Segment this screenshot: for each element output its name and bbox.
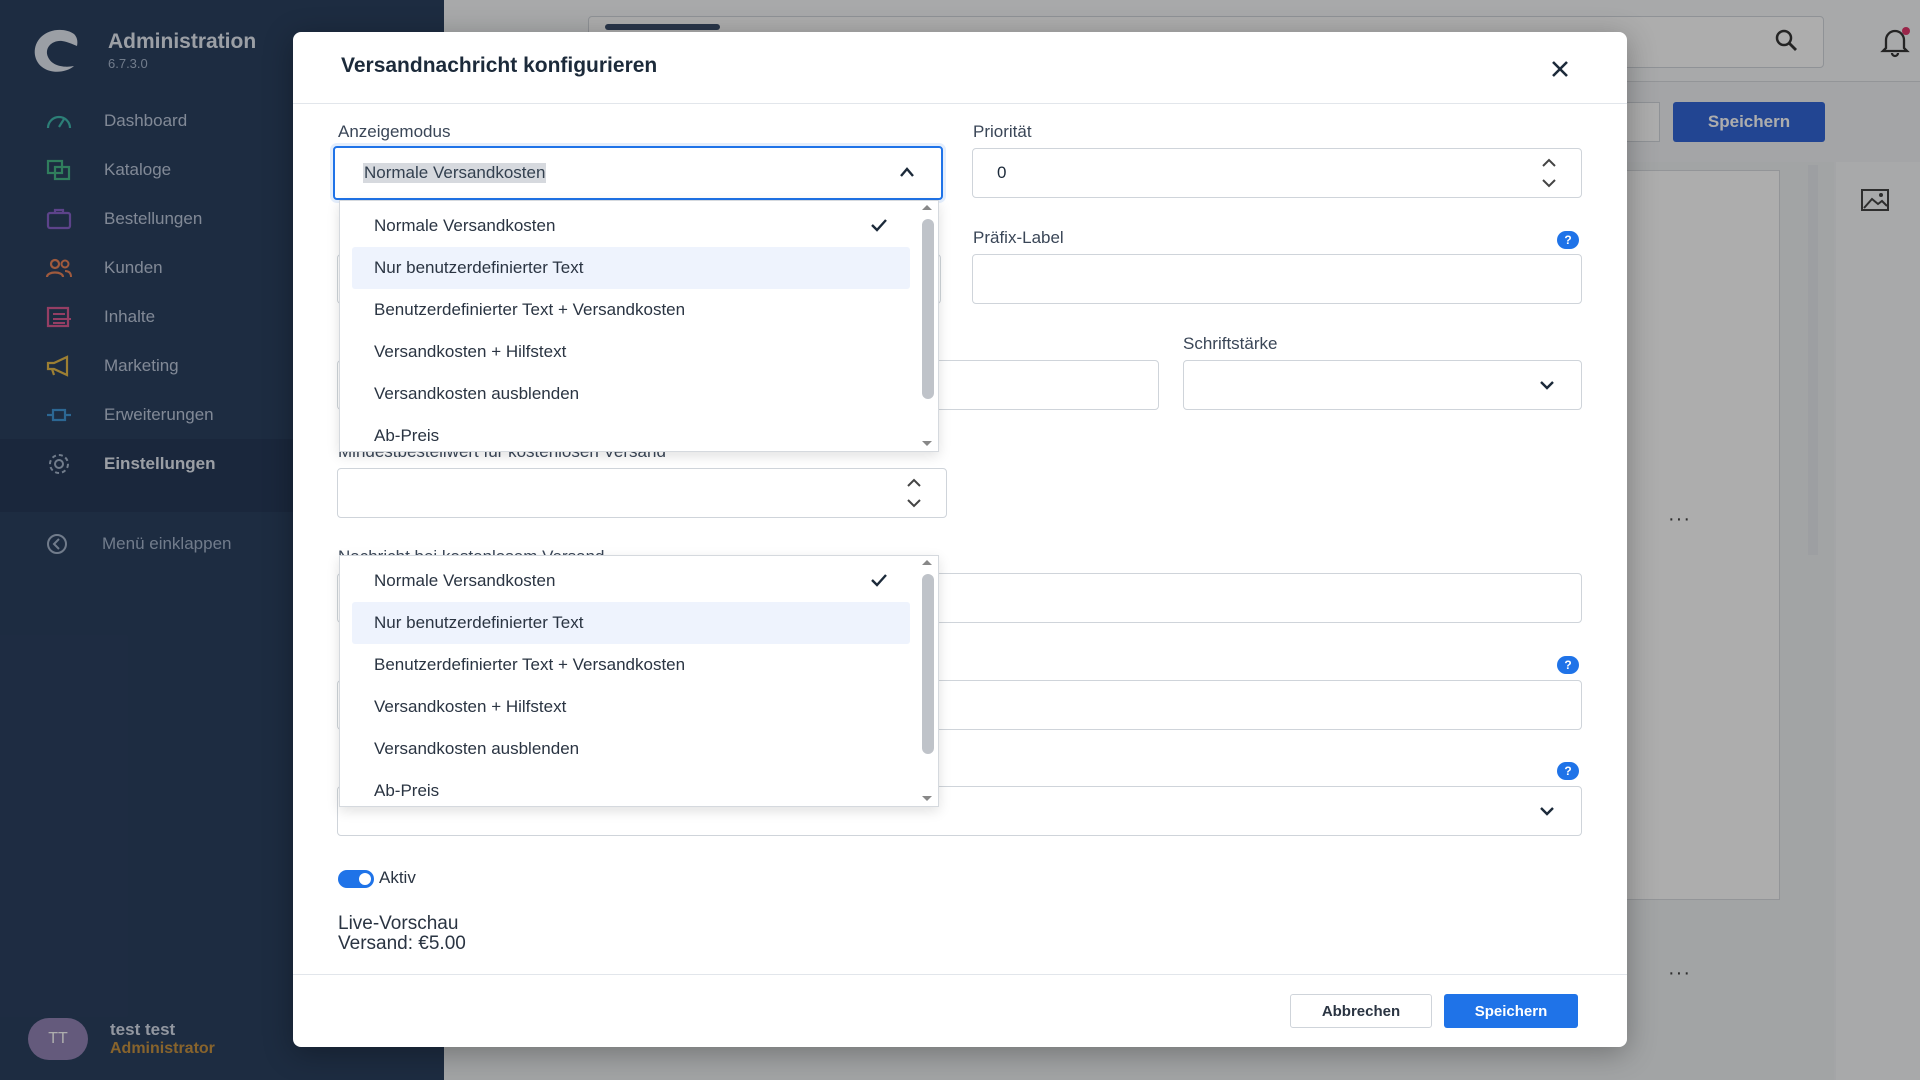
modal-title: Versandnachricht konfigurieren xyxy=(341,54,658,77)
dropdown-scrollbar[interactable] xyxy=(922,219,934,399)
min-order-input[interactable] xyxy=(337,468,947,518)
active-label: Aktiv xyxy=(379,868,416,887)
display-mode-dropdown: Normale Versandkosten Nur benutzerdefini… xyxy=(339,200,939,452)
stepper-arrows-icon[interactable] xyxy=(1541,157,1557,189)
scroll-down-icon[interactable] xyxy=(922,796,932,801)
scroll-down-icon[interactable] xyxy=(922,441,932,446)
dropdown-option[interactable]: Ab-Preis xyxy=(352,415,910,451)
dropdown-option[interactable]: Nur benutzerdefinierter Text xyxy=(352,602,910,644)
dropdown-option[interactable]: Ab-Preis xyxy=(352,770,910,806)
active-toggle[interactable] xyxy=(338,870,374,888)
dropdown-scrollbar[interactable] xyxy=(922,574,934,754)
display-mode-label: Anzeigemodus xyxy=(338,122,451,141)
close-icon xyxy=(1552,61,1568,77)
checkmark-icon xyxy=(871,574,887,587)
display-mode-value: Normale Versandkosten xyxy=(363,163,547,183)
option-label: Versandkosten ausblenden xyxy=(374,384,580,403)
option-label: Versandkosten + Hilfstext xyxy=(374,697,567,716)
option-label: Normale Versandkosten xyxy=(374,571,556,590)
cancel-button[interactable]: Abbrechen xyxy=(1290,994,1432,1028)
font-weight-select[interactable] xyxy=(1183,360,1582,410)
close-button[interactable] xyxy=(1545,54,1575,84)
help-icon[interactable]: ? xyxy=(1557,231,1579,249)
option-label: Benutzerdefinierter Text + Versandkosten xyxy=(374,300,686,319)
font-weight-label: Schriftstärke xyxy=(1183,334,1278,353)
dropdown-option[interactable]: Versandkosten + Hilfstext xyxy=(352,331,910,373)
option-label: Versandkosten + Hilfstext xyxy=(374,342,567,361)
chevron-down-icon xyxy=(1540,807,1554,816)
help-icon[interactable]: ? xyxy=(1557,762,1579,780)
prefix-label: Präfix-Label xyxy=(973,228,1064,247)
save-button[interactable]: Speichern xyxy=(1444,994,1578,1028)
chevron-down-icon xyxy=(1540,381,1554,390)
priority-value: 0 xyxy=(997,163,1007,182)
priority-input[interactable]: 0 xyxy=(972,148,1582,198)
live-preview-text: Versand: €5.00 xyxy=(338,933,466,954)
scroll-up-icon[interactable] xyxy=(922,560,932,565)
dropdown-option[interactable]: Versandkosten + Hilfstext xyxy=(352,686,910,728)
option-label: Versandkosten ausblenden xyxy=(374,739,580,758)
option-label: Ab-Preis xyxy=(374,781,440,800)
display-mode-dropdown-duplicate: Normale Versandkosten Nur benutzerdefini… xyxy=(339,555,939,807)
stepper-arrows-icon[interactable] xyxy=(906,477,922,509)
modal-footer: Abbrechen Speichern xyxy=(293,974,1627,1047)
option-label: Normale Versandkosten xyxy=(374,216,556,235)
display-mode-select[interactable]: Normale Versandkosten xyxy=(333,146,943,200)
chevron-up-icon xyxy=(900,167,914,177)
prefix-input[interactable] xyxy=(972,254,1582,304)
dropdown-option[interactable]: Benutzerdefinierter Text + Versandkosten xyxy=(352,644,910,686)
priority-label: Priorität xyxy=(973,122,1032,141)
checkmark-icon xyxy=(871,219,887,232)
option-label: Ab-Preis xyxy=(374,426,440,445)
dropdown-option[interactable]: Normale Versandkosten xyxy=(352,205,910,247)
dropdown-option[interactable]: Versandkosten ausblenden xyxy=(352,373,910,415)
dropdown-option[interactable]: Normale Versandkosten xyxy=(352,560,910,602)
modal-header: Versandnachricht konfigurieren xyxy=(293,32,1627,104)
shipping-message-modal: Versandnachricht konfigurieren Anzeigemo… xyxy=(293,32,1627,1047)
dropdown-option[interactable]: Nur benutzerdefinierter Text xyxy=(352,247,910,289)
scroll-up-icon[interactable] xyxy=(922,205,932,210)
option-label: Nur benutzerdefinierter Text xyxy=(374,258,584,277)
help-icon[interactable]: ? xyxy=(1557,656,1579,674)
option-label: Benutzerdefinierter Text + Versandkosten xyxy=(374,655,686,674)
option-label: Nur benutzerdefinierter Text xyxy=(374,613,584,632)
live-preview-title: Live-Vorschau xyxy=(338,913,459,934)
dropdown-option[interactable]: Versandkosten ausblenden xyxy=(352,728,910,770)
dropdown-option[interactable]: Benutzerdefinierter Text + Versandkosten xyxy=(352,289,910,331)
